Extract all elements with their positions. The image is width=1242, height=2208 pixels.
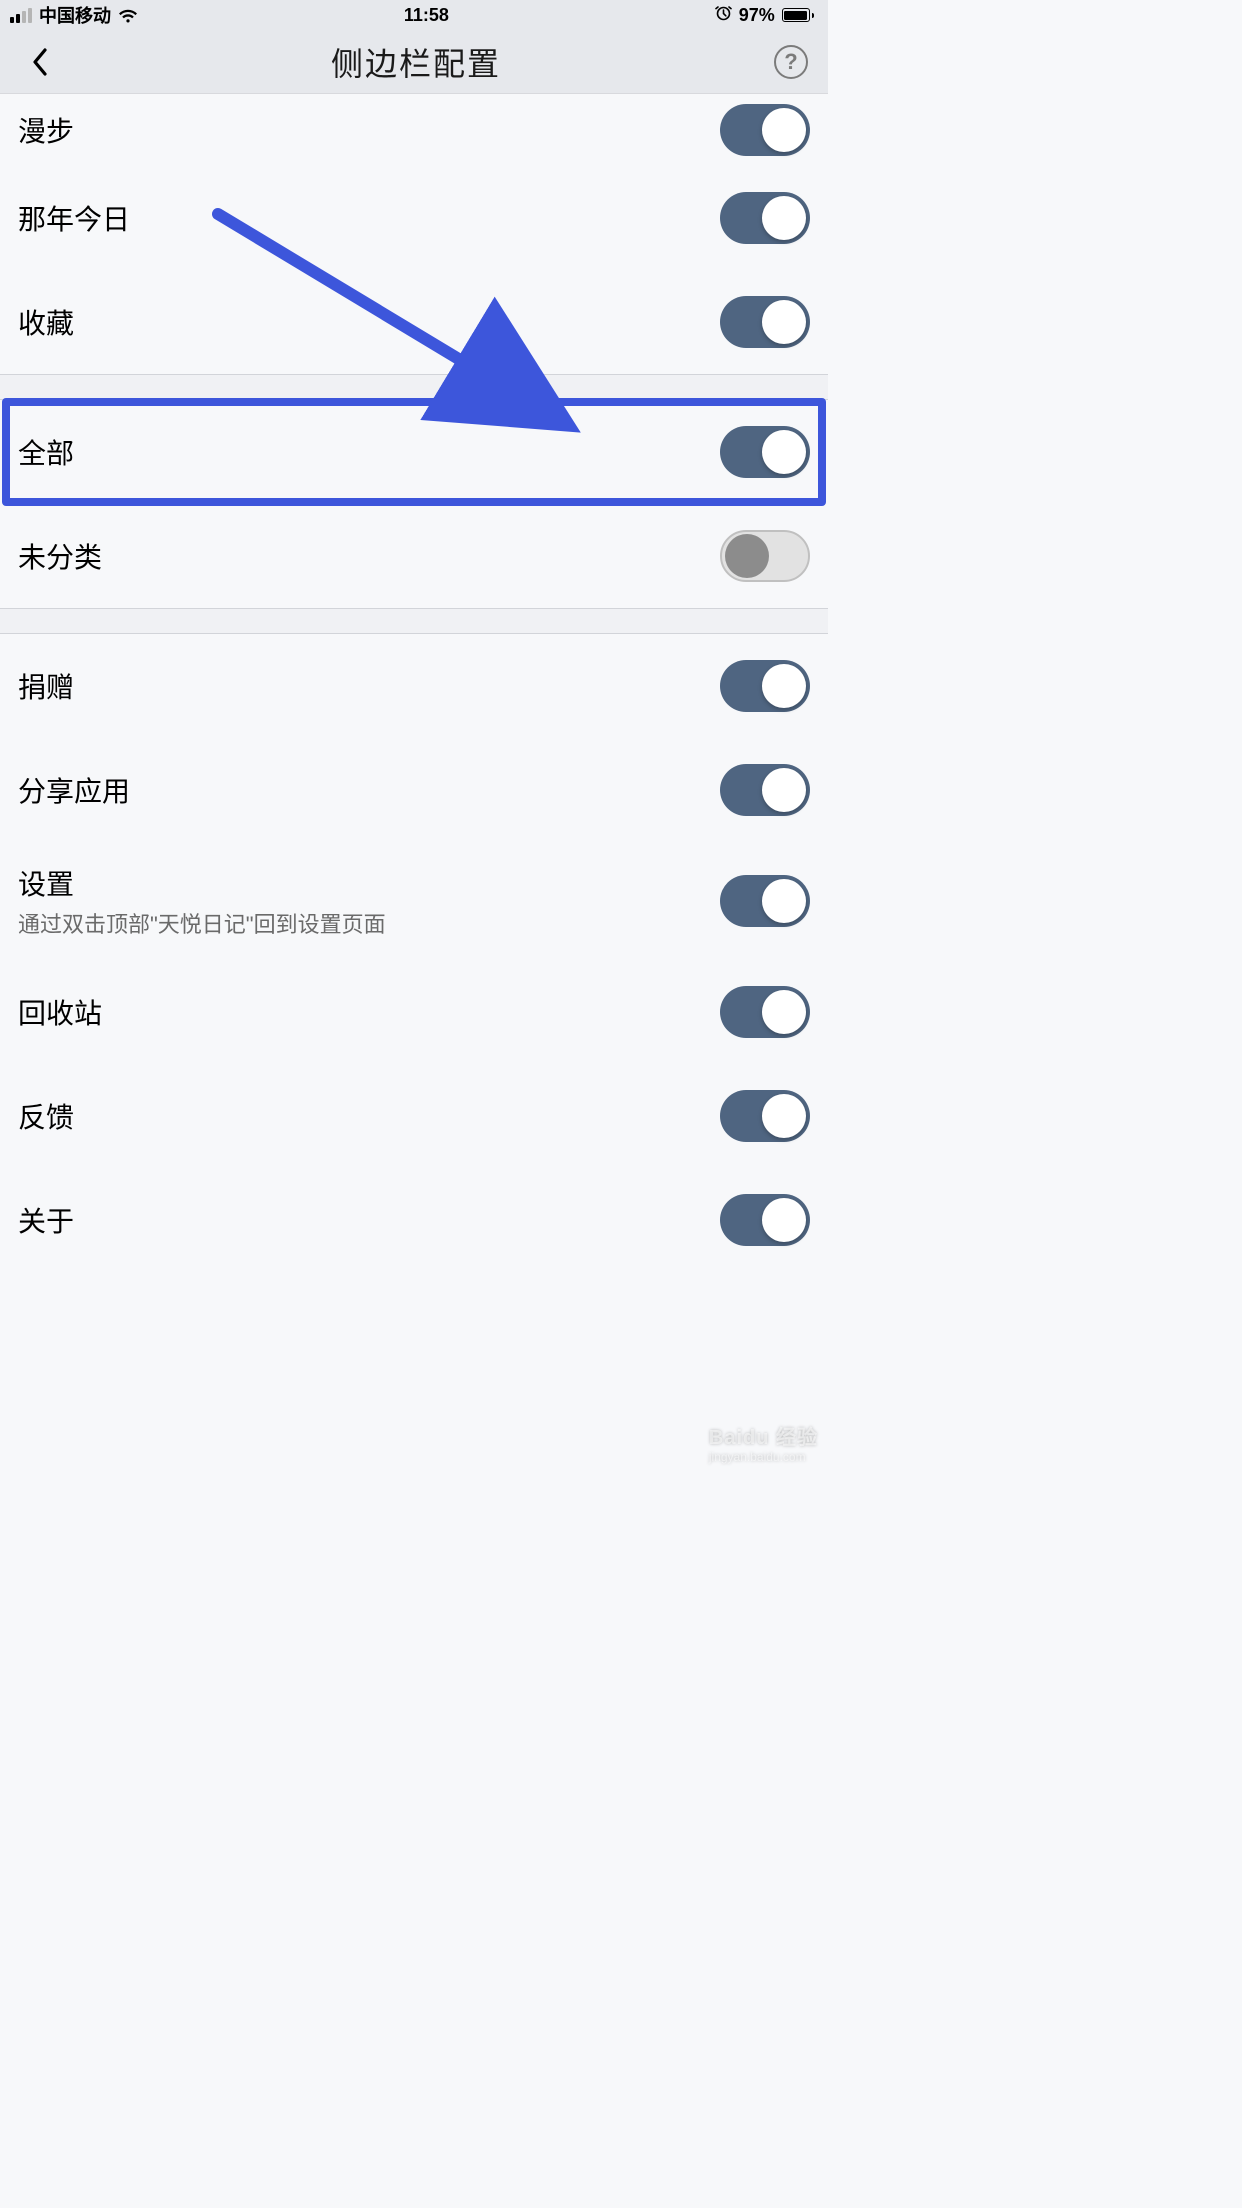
row-label: 那年今日 [18, 198, 130, 238]
toggle-knob [762, 1198, 806, 1242]
page-title: 侧边栏配置 [331, 39, 501, 85]
toggle-switch[interactable] [720, 1194, 810, 1246]
status-left: 中国移动 [10, 2, 138, 28]
settings-row: 分享应用 [0, 738, 828, 842]
wifi-icon [118, 8, 138, 23]
battery-percentage: 97% [739, 5, 775, 26]
row-label: 未分类 [18, 536, 102, 576]
chevron-left-icon [32, 48, 47, 76]
section-divider [0, 374, 828, 400]
row-text: 收藏 [18, 302, 74, 342]
status-time: 11:58 [404, 5, 449, 26]
settings-row: 捐赠 [0, 634, 828, 738]
status-right: 97% [715, 4, 814, 26]
settings-row: 未分类 [0, 504, 828, 608]
toggle-switch[interactable] [720, 1090, 810, 1142]
toggle-knob [762, 300, 806, 344]
settings-row: 全部 [0, 400, 828, 504]
cellular-signal-icon [10, 8, 32, 23]
row-label: 分享应用 [18, 770, 130, 810]
toggle-knob [762, 879, 806, 923]
toggle-switch[interactable] [720, 875, 810, 927]
row-text: 那年今日 [18, 198, 130, 238]
watermark: Baidu 经验 jingyan.baidu.com [709, 1421, 818, 1464]
toggle-knob [762, 430, 806, 474]
row-text: 设置通过双击顶部"天悦日记"回到设置页面 [18, 863, 386, 939]
row-text: 未分类 [18, 536, 102, 576]
row-text: 回收站 [18, 992, 102, 1032]
row-label: 全部 [18, 432, 74, 472]
toggle-knob [762, 664, 806, 708]
battery-icon [782, 8, 814, 22]
section-divider [0, 608, 828, 634]
settings-row: 反馈 [0, 1064, 828, 1168]
toggle-switch[interactable] [720, 530, 810, 582]
toggle-knob [762, 108, 806, 152]
toggle-switch[interactable] [720, 104, 810, 156]
row-text: 全部 [18, 432, 74, 472]
watermark-sub: jingyan.baidu.com [709, 1450, 818, 1464]
help-button[interactable]: ? [774, 45, 808, 79]
settings-row: 收藏 [0, 270, 828, 374]
row-label: 回收站 [18, 992, 102, 1032]
question-mark-icon: ? [784, 49, 797, 75]
row-subtitle: 通过双击顶部"天悦日记"回到设置页面 [18, 907, 386, 939]
nav-bar: 侧边栏配置 ? [0, 30, 828, 94]
toggle-switch[interactable] [720, 660, 810, 712]
status-bar: 中国移动 11:58 97% [0, 0, 828, 30]
settings-row: 回收站 [0, 960, 828, 1064]
carrier-label: 中国移动 [39, 2, 111, 28]
toggle-switch[interactable] [720, 192, 810, 244]
watermark-main: Baidu 经验 [709, 1427, 818, 1449]
alarm-icon [715, 4, 732, 26]
back-button[interactable] [20, 43, 58, 81]
row-label: 捐赠 [18, 666, 74, 706]
toggle-knob [725, 534, 769, 578]
toggle-switch[interactable] [720, 764, 810, 816]
row-label: 关于 [18, 1200, 74, 1240]
row-label: 漫步 [18, 110, 74, 150]
row-text: 分享应用 [18, 770, 130, 810]
toggle-knob [762, 990, 806, 1034]
toggle-switch[interactable] [720, 426, 810, 478]
toggle-knob [762, 1094, 806, 1138]
settings-row: 设置通过双击顶部"天悦日记"回到设置页面 [0, 842, 828, 960]
row-text: 关于 [18, 1200, 74, 1240]
row-label: 反馈 [18, 1096, 74, 1136]
row-text: 捐赠 [18, 666, 74, 706]
toggle-knob [762, 768, 806, 812]
toggle-switch[interactable] [720, 296, 810, 348]
settings-row: 那年今日 [0, 166, 828, 270]
row-label: 设置 [18, 863, 386, 903]
settings-row: 漫步 [0, 94, 828, 166]
toggle-knob [762, 196, 806, 240]
row-text: 漫步 [18, 110, 74, 150]
settings-row: 关于 [0, 1168, 828, 1272]
toggle-switch[interactable] [720, 986, 810, 1038]
row-text: 反馈 [18, 1096, 74, 1136]
settings-list: 漫步那年今日收藏全部未分类捐赠分享应用设置通过双击顶部"天悦日记"回到设置页面回… [0, 94, 828, 1272]
row-label: 收藏 [18, 302, 74, 342]
